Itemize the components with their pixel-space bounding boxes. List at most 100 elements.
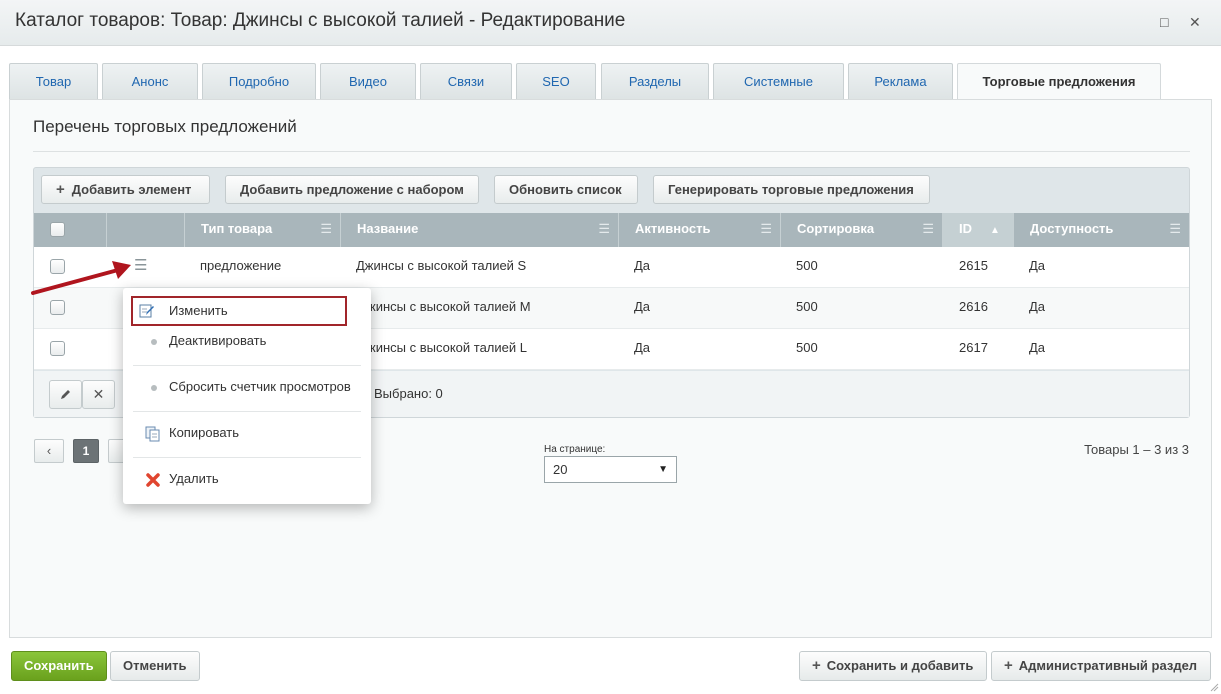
- tab-reklama[interactable]: Реклама: [848, 63, 953, 100]
- column-menu-icon[interactable]: ☰: [760, 213, 772, 245]
- cell-name: Джинсы с высокой талией S: [356, 258, 527, 273]
- header-active[interactable]: Активность ☰: [619, 213, 781, 247]
- column-menu-icon[interactable]: ☰: [1169, 213, 1181, 245]
- menu-item-reset-views-label: Сбросить счетчик просмотров: [169, 379, 351, 394]
- tab-svyazi[interactable]: Связи: [420, 63, 512, 100]
- plus-icon: +: [812, 657, 821, 674]
- menu-item-reset-views[interactable]: Сбросить счетчик просмотров: [131, 374, 351, 402]
- window-title: Каталог товаров: Товар: Джинсы с высокой…: [15, 10, 626, 31]
- column-menu-icon[interactable]: ☰: [922, 213, 934, 245]
- delete-icon: [146, 473, 160, 487]
- header-sort[interactable]: Сортировка ☰: [781, 213, 943, 247]
- cell-sort: 500: [796, 258, 818, 273]
- add-offer-set-button[interactable]: Добавить предложение с набором: [225, 175, 479, 204]
- row-checkbox[interactable]: [50, 341, 65, 356]
- per-page-select[interactable]: 20 ▼: [544, 456, 677, 483]
- cell-sort: 500: [796, 299, 818, 314]
- delete-selected-button[interactable]: ✕: [82, 380, 115, 409]
- cell-available: Да: [1029, 258, 1046, 273]
- cell-id: 2616: [959, 299, 988, 314]
- select-all-checkbox[interactable]: [50, 222, 65, 237]
- cell-type: предложение: [200, 258, 282, 273]
- menu-divider: [133, 365, 361, 366]
- menu-item-copy[interactable]: Копировать: [131, 420, 346, 448]
- menu-item-copy-label: Копировать: [169, 425, 239, 440]
- column-menu-icon[interactable]: ☰: [320, 213, 332, 245]
- header-sort-label: Сортировка: [797, 221, 875, 236]
- menu-item-deactivate[interactable]: Деактивировать: [131, 328, 346, 356]
- add-element-button[interactable]: + Добавить элемент: [41, 175, 210, 204]
- tab-seo[interactable]: SEO: [516, 63, 596, 100]
- window-titlebar: Каталог товаров: Товар: Джинсы с высокой…: [0, 0, 1221, 46]
- column-menu-icon[interactable]: ☰: [598, 213, 610, 245]
- pencil-icon: [61, 390, 70, 399]
- dot-icon: [151, 385, 157, 391]
- header-availability-label: Доступность: [1030, 221, 1114, 236]
- plus-icon: +: [1004, 657, 1013, 674]
- header-id[interactable]: ID ▲: [943, 213, 1014, 247]
- header-select-all: [34, 213, 107, 247]
- edit-icon: [139, 304, 154, 318]
- header-name[interactable]: Название ☰: [341, 213, 619, 247]
- add-element-label: Добавить элемент: [71, 182, 192, 197]
- table-header: Тип товара ☰ Название ☰ Активность ☰ Сортир…: [34, 213, 1189, 247]
- per-page-label: На странице:: [544, 444, 606, 455]
- selected-count: Выбрано: 0: [374, 386, 443, 401]
- menu-item-delete-label: Удалить: [169, 471, 219, 486]
- generate-offers-button[interactable]: Генерировать торговые предложения: [653, 175, 930, 204]
- section-title: Перечень торговых предложений: [33, 117, 297, 136]
- tab-tovar[interactable]: Товар: [9, 63, 98, 100]
- header-actions: [107, 213, 185, 247]
- admin-section-button[interactable]: + Административный раздел: [991, 651, 1211, 681]
- header-type-label: Тип товара: [201, 221, 273, 236]
- sort-asc-icon: ▲: [990, 225, 1000, 236]
- header-name-label: Название: [357, 221, 419, 236]
- save-and-add-label: Сохранить и добавить: [826, 658, 974, 673]
- refresh-list-button[interactable]: Обновить список: [494, 175, 638, 204]
- table-row[interactable]: ☰ предложение Джинсы с высокой талией S …: [34, 247, 1189, 288]
- edit-selected-button[interactable]: [49, 380, 82, 409]
- menu-divider: [133, 457, 361, 458]
- section-divider: [33, 151, 1190, 152]
- maximize-icon[interactable]: □: [1160, 14, 1168, 30]
- header-availability[interactable]: Доступность ☰: [1014, 213, 1189, 247]
- cell-id: 2615: [959, 258, 988, 273]
- cell-available: Да: [1029, 299, 1046, 314]
- close-icon[interactable]: ✕: [1189, 14, 1201, 31]
- cell-sort: 500: [796, 340, 818, 355]
- plus-icon: +: [56, 181, 65, 198]
- cell-name: жинсы с высокой талией M: [367, 299, 531, 314]
- save-and-add-button[interactable]: + Сохранить и добавить: [799, 651, 987, 681]
- save-button[interactable]: Сохранить: [11, 651, 107, 681]
- menu-item-delete[interactable]: Удалить: [131, 466, 346, 494]
- cell-id: 2617: [959, 340, 988, 355]
- copy-icon: [145, 426, 160, 442]
- cell-active: Да: [634, 340, 651, 355]
- page-1-button[interactable]: 1: [73, 439, 99, 463]
- total-count: Товары 1 – 3 из 3: [1084, 442, 1189, 457]
- cell-active: Да: [634, 299, 651, 314]
- cell-available: Да: [1029, 340, 1046, 355]
- tab-sistemnye[interactable]: Системные: [713, 63, 844, 100]
- cell-name: жинсы с высокой талией L: [367, 340, 527, 355]
- dot-icon: [151, 339, 157, 345]
- chevron-down-icon: ▼: [658, 464, 668, 475]
- x-icon: ✕: [92, 386, 105, 402]
- menu-item-edit-label: Изменить: [169, 303, 228, 318]
- tab-video[interactable]: Видео: [320, 63, 416, 100]
- tab-razdely[interactable]: Разделы: [601, 63, 709, 100]
- resize-grip-icon[interactable]: [1209, 682, 1219, 692]
- header-type[interactable]: Тип товара ☰: [185, 213, 341, 247]
- tab-anons[interactable]: Анонс: [102, 63, 198, 100]
- row-checkbox[interactable]: [50, 300, 65, 315]
- header-active-label: Активность: [635, 221, 711, 236]
- cell-active: Да: [634, 258, 651, 273]
- row-context-menu: Изменить Деактивировать Сбросить счетчик…: [123, 288, 371, 504]
- tab-podrobno[interactable]: Подробно: [202, 63, 316, 100]
- prev-page-button[interactable]: ‹: [34, 439, 64, 463]
- per-page-value: 20: [553, 462, 568, 477]
- tab-trade-offers[interactable]: Торговые предложения: [957, 63, 1161, 101]
- menu-item-edit[interactable]: Изменить: [131, 296, 347, 326]
- cancel-button[interactable]: Отменить: [110, 651, 200, 681]
- header-id-label: ID: [959, 221, 972, 236]
